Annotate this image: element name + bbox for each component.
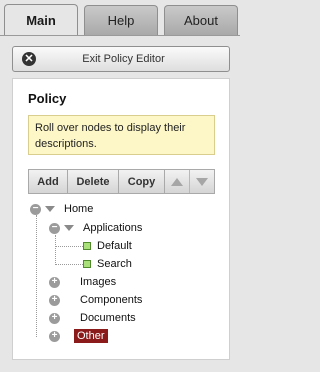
tab-help[interactable]: Help (84, 5, 158, 36)
tree-node-documents[interactable]: + Documents (49, 310, 139, 326)
tab-divider (0, 35, 240, 36)
policy-panel: Policy Roll over nodes to display their … (12, 78, 230, 360)
expand-icon[interactable]: + (49, 330, 60, 342)
tree-node-components[interactable]: + Components (49, 292, 145, 308)
leaf-node-icon (83, 242, 91, 250)
close-circle-icon: ✕ (22, 52, 36, 66)
tree-label-default[interactable]: Default (94, 239, 135, 253)
tree-connector (55, 235, 56, 265)
tree-label-documents[interactable]: Documents (77, 311, 139, 325)
tree-node-default[interactable]: Default (83, 238, 135, 254)
tree-label-search[interactable]: Search (94, 257, 135, 271)
tree-node-images[interactable]: + Images (49, 274, 119, 290)
tree-label-components[interactable]: Components (77, 293, 145, 307)
tree-node-home[interactable]: − Home (30, 201, 96, 217)
tree-connector (36, 215, 37, 337)
tree-node-search[interactable]: Search (83, 256, 135, 272)
tab-main[interactable]: Main (4, 4, 78, 36)
expand-icon[interactable]: + (49, 276, 60, 288)
tree-label-images[interactable]: Images (77, 275, 119, 289)
collapse-icon[interactable]: − (30, 203, 41, 215)
expand-icon[interactable]: + (49, 294, 60, 306)
tree-connector (55, 246, 83, 247)
expand-icon[interactable]: + (49, 312, 60, 324)
tree-label-other[interactable]: Other (74, 329, 108, 343)
caret-down-icon (64, 225, 74, 231)
exit-policy-editor-button[interactable]: ✕ Exit Policy Editor (12, 46, 230, 72)
exit-button-label: Exit Policy Editor (82, 53, 165, 65)
policy-editor-window: Main Help About ✕ Exit Policy Editor Pol… (0, 0, 240, 372)
tab-bar: Main Help About (0, 0, 240, 36)
collapse-icon[interactable]: − (49, 222, 60, 234)
tree-node-applications[interactable]: − Applications (49, 220, 145, 236)
leaf-node-icon (83, 260, 91, 268)
tree-label-applications[interactable]: Applications (80, 221, 145, 235)
tree-node-other[interactable]: + Other (49, 328, 108, 344)
policy-tree: − Home − Applications Default Search + I… (13, 79, 231, 361)
tree-connector (55, 264, 83, 265)
tree-label-home[interactable]: Home (61, 202, 96, 216)
tab-about[interactable]: About (164, 5, 238, 36)
caret-down-icon (45, 206, 55, 212)
